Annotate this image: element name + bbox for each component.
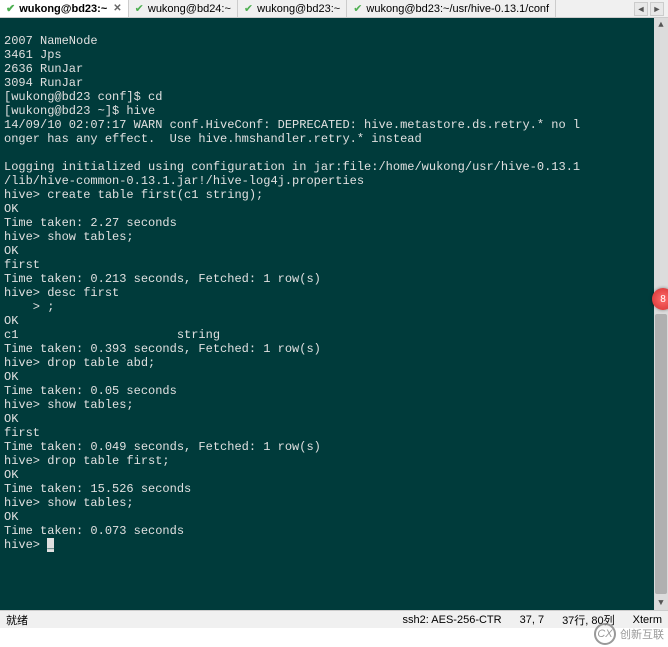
terminal-prompt: hive> [4,538,47,552]
terminal-line: hive> drop table first; [4,454,170,468]
terminal-line: Time taken: 15.526 seconds [4,482,191,496]
terminal-output[interactable]: 2007 NameNode 3461 Jps 2636 RunJar 3094 … [0,18,668,610]
tab-scroll-left-icon[interactable]: ◄ [634,2,648,16]
status-ready: 就绪 [6,612,28,628]
terminal-line: Time taken: 2.27 seconds [4,216,177,230]
check-icon: ✔ [244,2,253,15]
terminal-line: OK [4,468,18,482]
cursor-icon: _ [47,538,54,552]
terminal-line: Logging initialized using configuration … [4,160,580,174]
status-bar: 就绪 ssh2: AES-256-CTR 37, 7 37行, 80列 Xter… [0,610,668,628]
scroll-thumb[interactable] [655,314,667,594]
tab-label: wukong@bd23:~/usr/hive-0.13.1/conf [366,3,549,15]
status-cursor-position: 37, 7 [520,614,544,626]
tab-label: wukong@bd24:~ [148,3,231,15]
check-icon: ✔ [135,2,144,15]
status-encryption: ssh2: AES-256-CTR [403,614,502,626]
terminal-line: Time taken: 0.05 seconds [4,384,177,398]
close-icon[interactable]: ✕ [113,3,121,14]
terminal-line: hive> drop table abd; [4,356,155,370]
terminal-line: c1 string [4,328,220,342]
watermark-text: 创新互联 [620,626,664,642]
terminal-line: hive> show tables; [4,230,134,244]
terminal-line: [wukong@bd23 ~]$ hive [4,104,155,118]
check-icon: ✔ [6,2,15,15]
terminal-line: hive> show tables; [4,496,134,510]
notification-badge[interactable]: 8 [652,288,668,310]
terminal-line: hive> desc first [4,286,119,300]
tab-scroll-right-icon[interactable]: ► [650,2,664,16]
terminal-line: 14/09/10 02:07:17 WARN conf.HiveConf: DE… [4,118,580,132]
terminal-line: OK [4,202,18,216]
terminal-line: OK [4,510,18,524]
terminal-line: hive> show tables; [4,398,134,412]
terminal-line: Time taken: 0.213 seconds, Fetched: 1 ro… [4,272,321,286]
tab-label: wukong@bd23:~ [19,3,107,15]
terminal-line: first [4,258,40,272]
terminal-line: [wukong@bd23 conf]$ cd [4,90,162,104]
terminal-line: > ; [4,300,54,314]
terminal-line: OK [4,412,18,426]
terminal-line: 3461 Jps [4,48,62,62]
tab-label: wukong@bd23:~ [257,3,340,15]
tab-session-2[interactable]: ✔ wukong@bd24:~ [129,0,238,17]
badge-count: 8 [660,294,666,305]
scroll-up-icon[interactable]: ▲ [654,18,668,32]
terminal-line: OK [4,244,18,258]
terminal-line: 2636 RunJar [4,62,83,76]
terminal-line: onger has any effect. Use hive.hmshandle… [4,132,422,146]
terminal-scrollbar[interactable]: ▲ ▼ [654,18,668,610]
tab-session-1[interactable]: ✔ wukong@bd23:~ ✕ [0,0,129,17]
terminal-line: Time taken: 0.049 seconds, Fetched: 1 ro… [4,440,321,454]
terminal-line: 3094 RunJar [4,76,83,90]
terminal-line: /lib/hive-common-0.13.1.jar!/hive-log4j.… [4,174,364,188]
terminal-line: Time taken: 0.073 seconds [4,524,184,538]
tab-scroll-arrows: ◄ ► [634,2,668,16]
tab-session-4[interactable]: ✔ wukong@bd23:~/usr/hive-0.13.1/conf [347,0,556,17]
watermark-logo-icon: CX [594,623,616,645]
terminal-line: OK [4,370,18,384]
tab-session-3[interactable]: ✔ wukong@bd23:~ [238,0,347,17]
terminal-line: Time taken: 0.393 seconds, Fetched: 1 ro… [4,342,321,356]
check-icon: ✔ [353,2,362,15]
terminal-line: first [4,426,40,440]
watermark: CX 创新互联 [594,623,664,645]
tab-bar: ✔ wukong@bd23:~ ✕ ✔ wukong@bd24:~ ✔ wuko… [0,0,668,18]
terminal-line: hive> create table first(c1 string); [4,188,263,202]
terminal-line: OK [4,314,18,328]
terminal-line: 2007 NameNode [4,34,98,48]
scroll-down-icon[interactable]: ▼ [654,596,668,610]
